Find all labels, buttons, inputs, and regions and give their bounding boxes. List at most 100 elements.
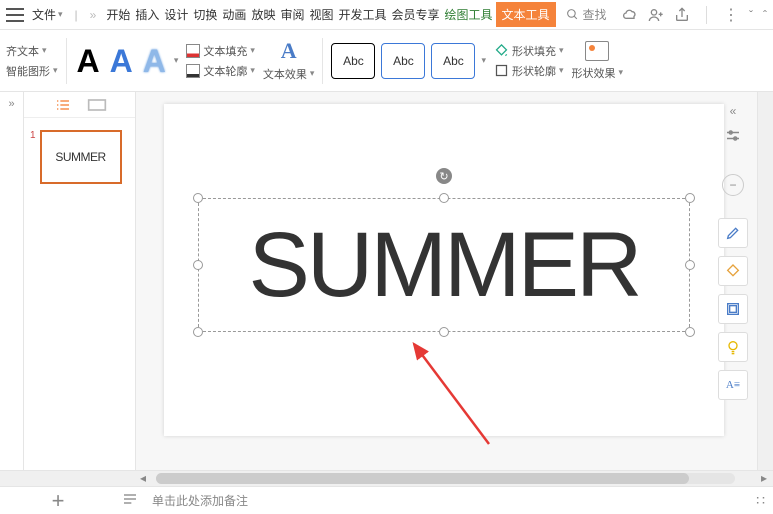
shape-style-2[interactable]: Abc bbox=[381, 43, 425, 79]
tab-drawing-tools[interactable]: 绘图工具 bbox=[443, 2, 495, 27]
wordart-styles: A A A ▾ bbox=[75, 43, 179, 79]
resize-handle-mr[interactable] bbox=[685, 260, 695, 270]
annotation-arrow bbox=[389, 334, 509, 454]
cloud-icon[interactable] bbox=[622, 7, 638, 23]
expand-ribbon-icon[interactable]: ˆ bbox=[763, 8, 767, 22]
tab-start[interactable]: 开始 bbox=[104, 2, 132, 27]
idea-tool-button[interactable] bbox=[718, 332, 748, 362]
tab-slideshow[interactable]: 放映 bbox=[249, 2, 277, 27]
shape-style-1[interactable]: Abc bbox=[331, 43, 375, 79]
shape-effect-group[interactable]: 形状效果▾ bbox=[572, 41, 624, 81]
status-more-icon[interactable]: ∷ bbox=[756, 492, 765, 509]
tab-view[interactable]: 视图 bbox=[307, 2, 335, 27]
thumbnail-view-button[interactable] bbox=[85, 97, 109, 113]
horizontal-scrollbar[interactable] bbox=[156, 473, 735, 484]
scroll-left-icon[interactable]: ◂ bbox=[136, 471, 150, 486]
wordart-more-icon[interactable]: ▾ bbox=[174, 55, 179, 66]
collapse-ribbon-icon[interactable]: ˇ bbox=[749, 8, 753, 22]
shape-style-3[interactable]: Abc bbox=[431, 43, 475, 79]
rotate-handle[interactable]: ↻ bbox=[436, 168, 452, 184]
outline-view-button[interactable] bbox=[51, 97, 75, 113]
side-expand-icon[interactable]: « bbox=[730, 104, 737, 118]
slide-thumbnail-1[interactable]: 1 SUMMER bbox=[30, 130, 129, 184]
resize-handle-bl[interactable] bbox=[193, 327, 203, 337]
wordart-style-2[interactable]: A bbox=[108, 43, 135, 79]
separator bbox=[706, 6, 707, 24]
smart-graphic-button[interactable]: 智能图形▾ bbox=[6, 63, 58, 79]
scrollbar-thumb[interactable] bbox=[156, 473, 689, 484]
menu-bar: 文件 ▾ | » 开始 插入 设计 切换 动画 放映 审阅 视图 开发工具 会员… bbox=[0, 0, 773, 30]
resize-handle-br[interactable] bbox=[685, 327, 695, 337]
chevron-down-icon: ▾ bbox=[58, 9, 63, 20]
horizontal-scrollbar-row: ◂ ▸ bbox=[0, 470, 773, 486]
text-outline-button[interactable]: 文本轮廓▾ bbox=[186, 63, 255, 79]
text-box-selected[interactable]: ↻ SUMMER bbox=[198, 198, 690, 332]
top-right-icons: ⋮ ˇ ˆ bbox=[622, 5, 767, 25]
divider bbox=[322, 38, 323, 84]
more-icon[interactable]: » bbox=[86, 8, 101, 22]
shape-fill-icon bbox=[494, 43, 509, 58]
tab-insert[interactable]: 插入 bbox=[133, 2, 161, 27]
search-placeholder: 查找 bbox=[583, 6, 607, 23]
outline-collapse-toggle[interactable]: » bbox=[0, 92, 24, 470]
resize-handle-tm[interactable] bbox=[439, 193, 449, 203]
slide[interactable]: ↻ SUMMER bbox=[164, 104, 724, 436]
text-style-group: 文本填充▾ 文本轮廓▾ bbox=[186, 43, 255, 79]
tab-design[interactable]: 设计 bbox=[162, 2, 190, 27]
minus-zoom-button[interactable]: − bbox=[722, 174, 744, 196]
notes-icon[interactable] bbox=[122, 492, 138, 509]
notes-placeholder[interactable]: 单击此处添加备注 bbox=[152, 492, 248, 509]
bottom-bar: + 单击此处添加备注 ∷ bbox=[0, 486, 773, 514]
resize-handle-bm[interactable] bbox=[439, 327, 449, 337]
scroll-right-icon[interactable]: ▸ bbox=[755, 471, 773, 486]
text-content[interactable]: SUMMER bbox=[198, 198, 690, 332]
shape-fill-button[interactable]: 形状填充▾ bbox=[494, 43, 564, 59]
text-effect-group[interactable]: A 文本效果▾ bbox=[263, 40, 315, 82]
text-outline-icon bbox=[186, 64, 200, 78]
paragraph-group: 齐文本▾ 智能图形▾ bbox=[6, 43, 58, 79]
thumbnail-panel: 1 SUMMER bbox=[24, 92, 136, 470]
thumbnail-list: 1 SUMMER bbox=[24, 118, 135, 196]
shape-effect-icon bbox=[585, 41, 609, 61]
align-text-button[interactable]: 齐文本▾ bbox=[6, 43, 58, 59]
side-toolbar: « − A≡ bbox=[711, 104, 755, 400]
file-menu-label: 文件 bbox=[32, 6, 56, 23]
wordart-style-1[interactable]: A bbox=[75, 43, 102, 79]
resize-handle-ml[interactable] bbox=[193, 260, 203, 270]
divider bbox=[66, 38, 67, 84]
panel-view-switch bbox=[24, 92, 135, 118]
vertical-scrollbar[interactable] bbox=[757, 92, 773, 470]
text-fill-icon bbox=[186, 44, 200, 58]
shape-format-group: 形状填充▾ 形状轮廓▾ bbox=[494, 43, 564, 79]
tab-text-tools[interactable]: 文本工具 bbox=[496, 2, 556, 27]
more-menu-icon[interactable]: ⋮ bbox=[723, 5, 739, 25]
resize-handle-tl[interactable] bbox=[193, 193, 203, 203]
share-icon[interactable] bbox=[674, 7, 690, 23]
tab-member[interactable]: 会员专享 bbox=[390, 2, 442, 27]
template-tool-button[interactable] bbox=[718, 294, 748, 324]
file-menu[interactable]: 文件 ▾ bbox=[28, 6, 67, 23]
slide-number: 1 bbox=[30, 130, 36, 184]
shape-style-more-icon[interactable]: ▾ bbox=[481, 55, 486, 66]
tab-transition[interactable]: 切换 bbox=[191, 2, 219, 27]
text-select-tool-button[interactable]: A≡ bbox=[718, 370, 748, 400]
settings-sliders-icon[interactable] bbox=[724, 128, 742, 146]
pen-tool-button[interactable] bbox=[718, 218, 748, 248]
text-fill-button[interactable]: 文本填充▾ bbox=[186, 43, 255, 59]
user-add-icon[interactable] bbox=[648, 7, 664, 23]
add-slide-button[interactable]: + bbox=[8, 488, 108, 514]
resize-handle-tr[interactable] bbox=[685, 193, 695, 203]
ribbon: 齐文本▾ 智能图形▾ A A A ▾ 文本填充▾ 文本轮廓▾ A 文本效果▾ A… bbox=[0, 30, 773, 92]
tab-developer[interactable]: 开发工具 bbox=[336, 2, 388, 27]
hamburger-icon[interactable] bbox=[6, 8, 24, 22]
text-effect-icon: A bbox=[281, 40, 297, 62]
search-icon bbox=[566, 8, 579, 21]
bucket-tool-button[interactable] bbox=[718, 256, 748, 286]
wordart-style-3[interactable]: A bbox=[141, 43, 168, 79]
shape-outline-button[interactable]: 形状轮廓▾ bbox=[494, 63, 564, 79]
ribbon-tabs: 开始 插入 设计 切换 动画 放映 审阅 视图 开发工具 会员专享 绘图工具 文… bbox=[104, 2, 555, 27]
shape-outline-icon bbox=[494, 63, 509, 78]
tab-review[interactable]: 审阅 bbox=[278, 2, 306, 27]
search-box[interactable]: 查找 bbox=[566, 6, 607, 23]
tab-animation[interactable]: 动画 bbox=[220, 2, 248, 27]
